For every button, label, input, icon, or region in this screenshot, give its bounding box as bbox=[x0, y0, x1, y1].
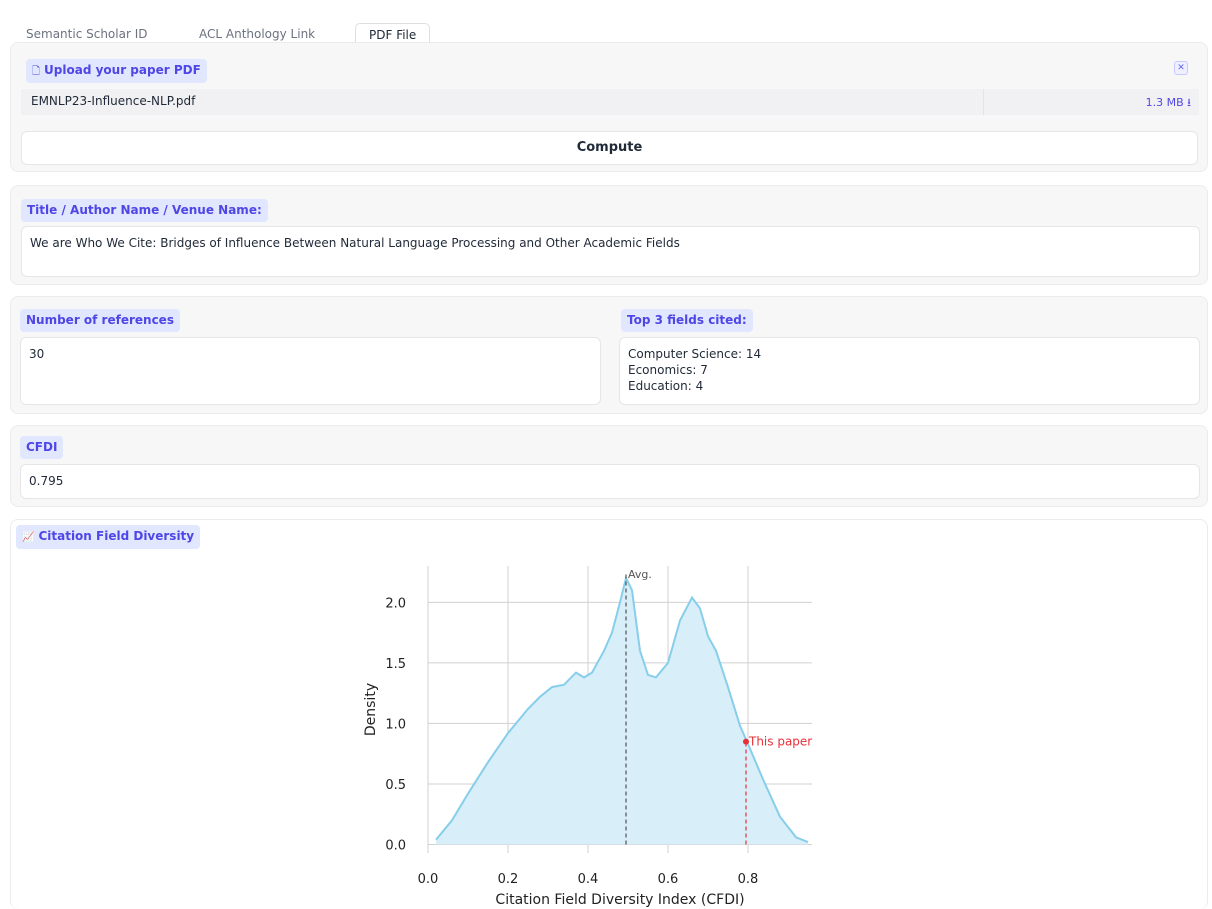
stats-panel: Number of references 30 Top 3 fields cit… bbox=[10, 296, 1208, 414]
plot-label: Citation Field Diversity bbox=[38, 529, 195, 543]
top-field-line: Economics: 7 bbox=[628, 363, 708, 377]
cfdi-panel: CFDI 0.795 bbox=[10, 425, 1208, 507]
compute-button[interactable]: Compute bbox=[21, 131, 1198, 165]
clear-file-button[interactable]: ✕ bbox=[1174, 61, 1188, 75]
upload-label: Upload your paper PDF bbox=[44, 63, 201, 77]
top-fields-label: Top 3 fields cited: bbox=[621, 309, 753, 332]
references-field[interactable]: 30 bbox=[20, 337, 601, 405]
tab-semantic-scholar-id[interactable]: Semantic Scholar ID bbox=[26, 27, 147, 41]
plot-panel: 📈 Citation Field Diversity bbox=[10, 519, 1208, 909]
upload-panel: 🗋 Upload your paper PDF ✕ EMNLP23-Influen… bbox=[10, 42, 1208, 172]
file-name: EMNLP23-Influence-NLP.pdf bbox=[31, 94, 196, 108]
file-icon: 🗋 bbox=[32, 66, 41, 77]
title-field[interactable]: We are Who We Cite: Bridges of Influence… bbox=[21, 226, 1200, 277]
title-panel: Title / Author Name / Venue Name: We are… bbox=[10, 185, 1208, 285]
file-size-download-link[interactable]: 1.3 MB ⭳ bbox=[1146, 94, 1191, 113]
tab-acl-anthology-link[interactable]: ACL Anthology Link bbox=[199, 27, 315, 41]
close-icon: ✕ bbox=[1177, 63, 1185, 73]
uploaded-file-row: EMNLP23-Influence-NLP.pdf 1.3 MB ⭳ bbox=[21, 89, 1199, 115]
top-field-line: Education: 4 bbox=[628, 379, 704, 393]
chart-icon: 📈 bbox=[22, 532, 35, 543]
input-tabs: Semantic Scholar ID ACL Anthology Link P… bbox=[10, 10, 1208, 48]
top-field-line: Computer Science: 14 bbox=[628, 347, 762, 361]
title-label: Title / Author Name / Venue Name: bbox=[21, 199, 268, 222]
cfdi-field[interactable]: 0.795 bbox=[20, 464, 1200, 499]
upload-label-chip[interactable]: 🗋 Upload your paper PDF bbox=[26, 59, 207, 83]
top-fields-field[interactable]: Computer Science: 14 Economics: 7 Educat… bbox=[619, 337, 1200, 405]
cfdi-label: CFDI bbox=[20, 436, 64, 459]
plot-label-chip: 📈 Citation Field Diversity bbox=[16, 525, 201, 549]
references-label: Number of references bbox=[20, 309, 180, 332]
compute-label: Compute bbox=[576, 140, 643, 155]
